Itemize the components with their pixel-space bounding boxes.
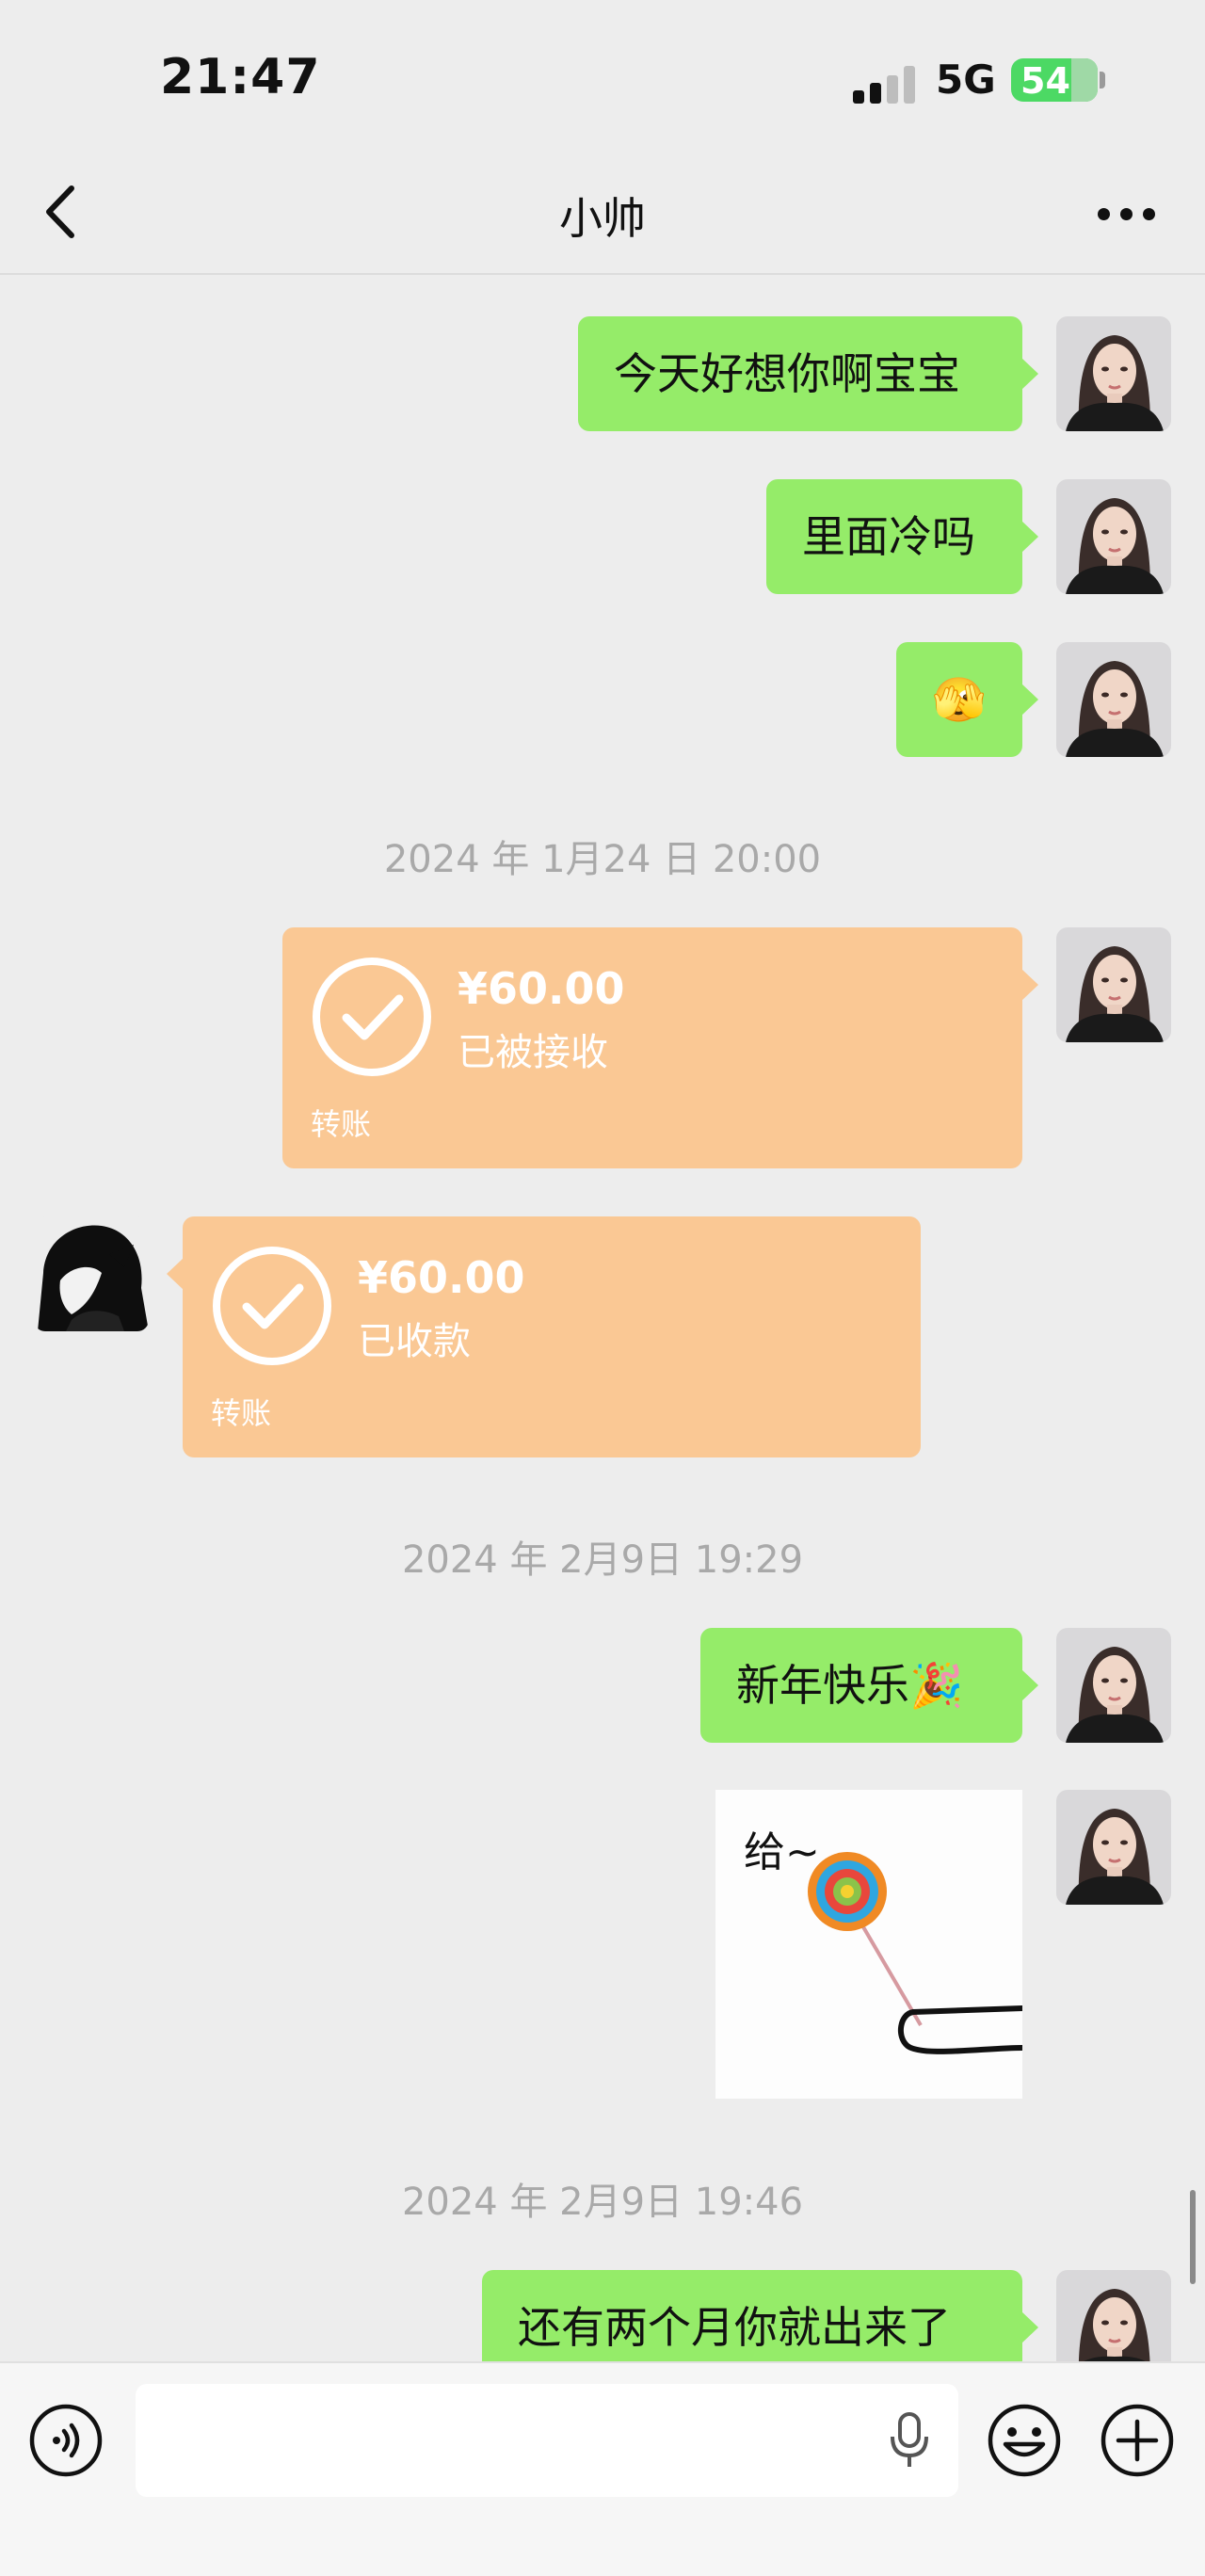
- sticker-image-lollipop[interactable]: 给~: [715, 1790, 1022, 2099]
- transfer-label: 转账: [211, 1395, 272, 1431]
- timestamp: 2024 年 1月24 日 20:00: [383, 838, 822, 881]
- message-bubble-sent[interactable]: 里面冷吗: [766, 479, 1038, 594]
- input-bar: [0, 2361, 1205, 2576]
- message-text: 今天好想你啊宝宝: [614, 348, 960, 399]
- microphone-icon[interactable]: [889, 2412, 930, 2469]
- battery-level: 54: [1020, 60, 1070, 102]
- scrollbar[interactable]: [1190, 2190, 1196, 2284]
- message-text: 新年快乐🎉: [736, 1660, 964, 1711]
- avatar[interactable]: [1056, 316, 1171, 431]
- message-text: 还有两个月你就出来了: [518, 2302, 951, 2353]
- timestamp: 2024 年 2月9日 19:46: [401, 2181, 804, 2224]
- avatar[interactable]: [1056, 642, 1171, 757]
- transfer-amount: ¥60.00: [358, 1252, 525, 1303]
- message-text: 里面冷吗: [802, 511, 975, 562]
- message-input[interactable]: [158, 2384, 877, 2499]
- voice-icon[interactable]: [28, 2403, 104, 2478]
- message-bubble-sent[interactable]: 🫣: [896, 642, 1038, 757]
- lollipop-icon: [808, 1852, 1022, 2054]
- network-type: 5G: [936, 56, 996, 103]
- transfer-card-received[interactable]: ¥60.00 已收款 转账: [167, 1216, 921, 1457]
- battery-icon: 54: [1011, 58, 1098, 102]
- avatar[interactable]: [1056, 1790, 1171, 1905]
- signal-strength-icon: [853, 66, 919, 104]
- transfer-card-sent[interactable]: ¥60.00 已被接收 转账: [282, 927, 1038, 1168]
- check-circle-icon: [313, 958, 431, 1076]
- avatar[interactable]: [1056, 1628, 1171, 1743]
- transfer-label: 转账: [311, 1106, 372, 1142]
- more-horizontal-icon[interactable]: [1094, 191, 1160, 238]
- avatar-contact[interactable]: [34, 1216, 149, 1331]
- check-circle-icon: [213, 1247, 331, 1365]
- chat-title: 小帅: [559, 193, 646, 244]
- message-bubble-sent[interactable]: 今天好想你啊宝宝: [578, 316, 1038, 431]
- timestamp: 2024 年 2月9日 19:29: [401, 1538, 804, 1582]
- transfer-status: 已收款: [358, 1320, 471, 1363]
- transfer-amount: ¥60.00: [458, 963, 625, 1014]
- emoji-face-icon: 🫣: [932, 674, 987, 725]
- nav-divider: [0, 273, 1205, 275]
- avatar[interactable]: [1056, 479, 1171, 594]
- battery-tip: [1100, 72, 1105, 89]
- transfer-status: 已被接收: [458, 1031, 608, 1074]
- plus-icon[interactable]: [1100, 2403, 1175, 2478]
- message-bubble-sent[interactable]: 新年快乐🎉: [700, 1628, 1038, 1743]
- status-time: 21:47: [160, 49, 321, 105]
- emoji-icon[interactable]: [987, 2403, 1062, 2478]
- chevron-left-icon[interactable]: [36, 179, 92, 245]
- avatar[interactable]: [1056, 927, 1171, 1042]
- message-input-box[interactable]: [136, 2384, 958, 2499]
